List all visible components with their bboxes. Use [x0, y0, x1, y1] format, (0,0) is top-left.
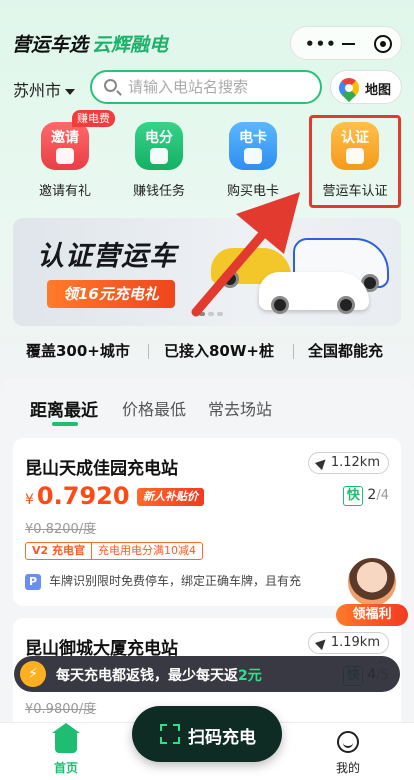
gift-icon: 邀请 — [41, 122, 89, 170]
toast-text: 每天充电都返钱，最少每天返2元 — [56, 665, 262, 685]
brand-logo: 营运车选 云辉融电 — [12, 30, 168, 57]
lightning-icon: ⚡ — [20, 661, 46, 687]
brand-primary: 营运车选 — [12, 34, 89, 56]
parking-text: 车牌识别限时免费停车，绑定正确车牌，且有充 — [49, 574, 302, 588]
close-target-icon[interactable] — [374, 35, 392, 53]
toast-highlight: 2元 — [238, 668, 262, 684]
distance-value: 1.12km — [330, 455, 380, 470]
quick-item-invite[interactable]: 邀请 赚电费 邀请有礼 — [20, 110, 115, 208]
avatar — [346, 556, 398, 608]
welfare-float-button[interactable]: 领福利 — [336, 556, 408, 628]
app-page: 营运车选云辉融电 ••• 苏州市 地图 邀请 赚电费 邀请有礼 — [0, 0, 414, 780]
gift-box-shape — [56, 148, 74, 164]
quick-icon-text: 电分 — [145, 130, 173, 146]
current-price: ¥0.7920 — [25, 482, 130, 510]
tab-frequent[interactable]: 常去场站 — [208, 396, 272, 420]
fast-total: /4 — [376, 488, 389, 503]
tab-mine[interactable]: 我的 — [308, 731, 388, 776]
search-icon — [104, 79, 117, 92]
search-row: 苏州市 地图 — [0, 68, 414, 108]
banner-pager — [199, 312, 223, 316]
lightning-icon: 电分 — [135, 122, 183, 170]
map-button-label: 地图 — [365, 83, 392, 98]
currency-symbol: ¥ — [25, 492, 34, 508]
search-input[interactable] — [128, 76, 308, 98]
distance-chip[interactable]: 1.19km — [307, 632, 389, 654]
original-price: ¥0.8200/度 — [25, 522, 97, 537]
tab-home-label: 首页 — [53, 761, 78, 775]
quick-icon-text: 邀请 — [51, 130, 79, 146]
parking-info: P 车牌识别限时免费停车，绑定正确车牌，且有充 — [25, 572, 325, 592]
home-icon — [52, 723, 80, 753]
banner-title: 认证营运车 — [37, 241, 177, 272]
quick-item-card[interactable]: 电卡 购买电卡 — [208, 118, 298, 208]
search-box[interactable] — [90, 70, 322, 104]
brand-secondary: 云辉融电 — [92, 34, 169, 56]
pager-dot-active — [199, 312, 205, 316]
tab-home[interactable]: 首页 — [26, 723, 106, 776]
parking-icon: P — [25, 573, 41, 590]
map-button[interactable]: 地图 — [330, 70, 402, 104]
map-pin-icon — [334, 73, 364, 103]
tab-mine-label: 我的 — [335, 761, 360, 775]
promo-tag: V2 充电官 充电用电分满10减4 — [25, 542, 203, 560]
stat-cities: 覆盖300+城市 — [26, 342, 130, 360]
bolt-shape — [150, 148, 168, 164]
coverage-stats: 覆盖300+城市 已接入80W+桩 全国都能充 — [0, 336, 414, 366]
quick-icon-text: 电卡 — [239, 130, 267, 146]
quick-item-label: 赚钱任务 — [132, 184, 185, 199]
fast-available: 2 — [367, 487, 377, 503]
stat-piles: 已接入80W+桩 — [164, 342, 274, 360]
promo-label: V2 充电官 — [26, 543, 92, 559]
promo-banner[interactable]: 认证营运车 领16元充电礼 — [13, 218, 401, 326]
distance-chip[interactable]: 1.12km — [307, 452, 389, 474]
divider — [293, 344, 294, 359]
wheel — [271, 296, 289, 314]
minimize-icon[interactable] — [342, 43, 355, 45]
fast-badge: 快 — [343, 486, 364, 506]
sort-tabs: 距离最近 价格最低 常去场站 — [0, 392, 414, 426]
fast-charger-count: 快 2/4 — [343, 486, 389, 506]
miniapp-capsule: ••• — [290, 26, 402, 60]
chevron-down-icon — [65, 88, 76, 95]
pager-dot — [217, 312, 223, 316]
car-illustration-white — [259, 272, 369, 314]
scan-charge-button[interactable]: 扫码充电 — [132, 706, 282, 762]
quick-item-label: 购买电卡 — [226, 184, 279, 199]
city-name: 苏州市 — [13, 81, 62, 100]
tab-cheapest[interactable]: 价格最低 — [122, 396, 186, 420]
distance-value: 1.19km — [330, 635, 380, 650]
quick-item-tasks[interactable]: 电分 赚钱任务 — [114, 118, 204, 208]
navigate-arrow-icon — [314, 455, 329, 471]
cashback-toast: ⚡ 每天充电都返钱，最少每天返2元 — [14, 656, 400, 692]
smile-profile-icon — [337, 731, 359, 753]
banner-subtitle: 领16元充电礼 — [47, 280, 175, 308]
station-name: 昆山天成佳园充电站 — [25, 459, 178, 479]
quick-item-label: 邀请有礼 — [38, 184, 91, 199]
tab-nearest[interactable]: 距离最近 — [30, 396, 98, 426]
scan-charge-label: 扫码充电 — [188, 728, 256, 748]
earn-badge: 赚电费 — [72, 110, 115, 127]
city-selector[interactable]: 苏州市 — [13, 77, 76, 101]
welfare-label: 领福利 — [336, 604, 408, 626]
wheel — [337, 296, 355, 314]
scan-icon — [160, 724, 180, 744]
promo-detail: 充电用电分满10减4 — [98, 544, 196, 557]
wheel — [221, 270, 239, 288]
highlight-box — [309, 115, 401, 208]
card-shape — [244, 148, 262, 164]
card-icon: 电卡 — [229, 122, 277, 170]
price-value: 0.7920 — [36, 482, 130, 510]
toast-message: 每天充电都返钱，最少每天返 — [56, 668, 238, 684]
more-icon[interactable]: ••• — [305, 35, 337, 53]
pager-dot — [208, 312, 214, 316]
divider — [148, 344, 149, 359]
new-user-price-tag: 新人补贴价 — [137, 488, 204, 506]
top-bar: 营运车选 云辉融电 ••• — [0, 24, 414, 64]
original-price: ¥0.9800/度 — [25, 702, 97, 717]
stat-nationwide: 全国都能充 — [308, 342, 384, 360]
navigate-arrow-icon — [314, 635, 329, 651]
